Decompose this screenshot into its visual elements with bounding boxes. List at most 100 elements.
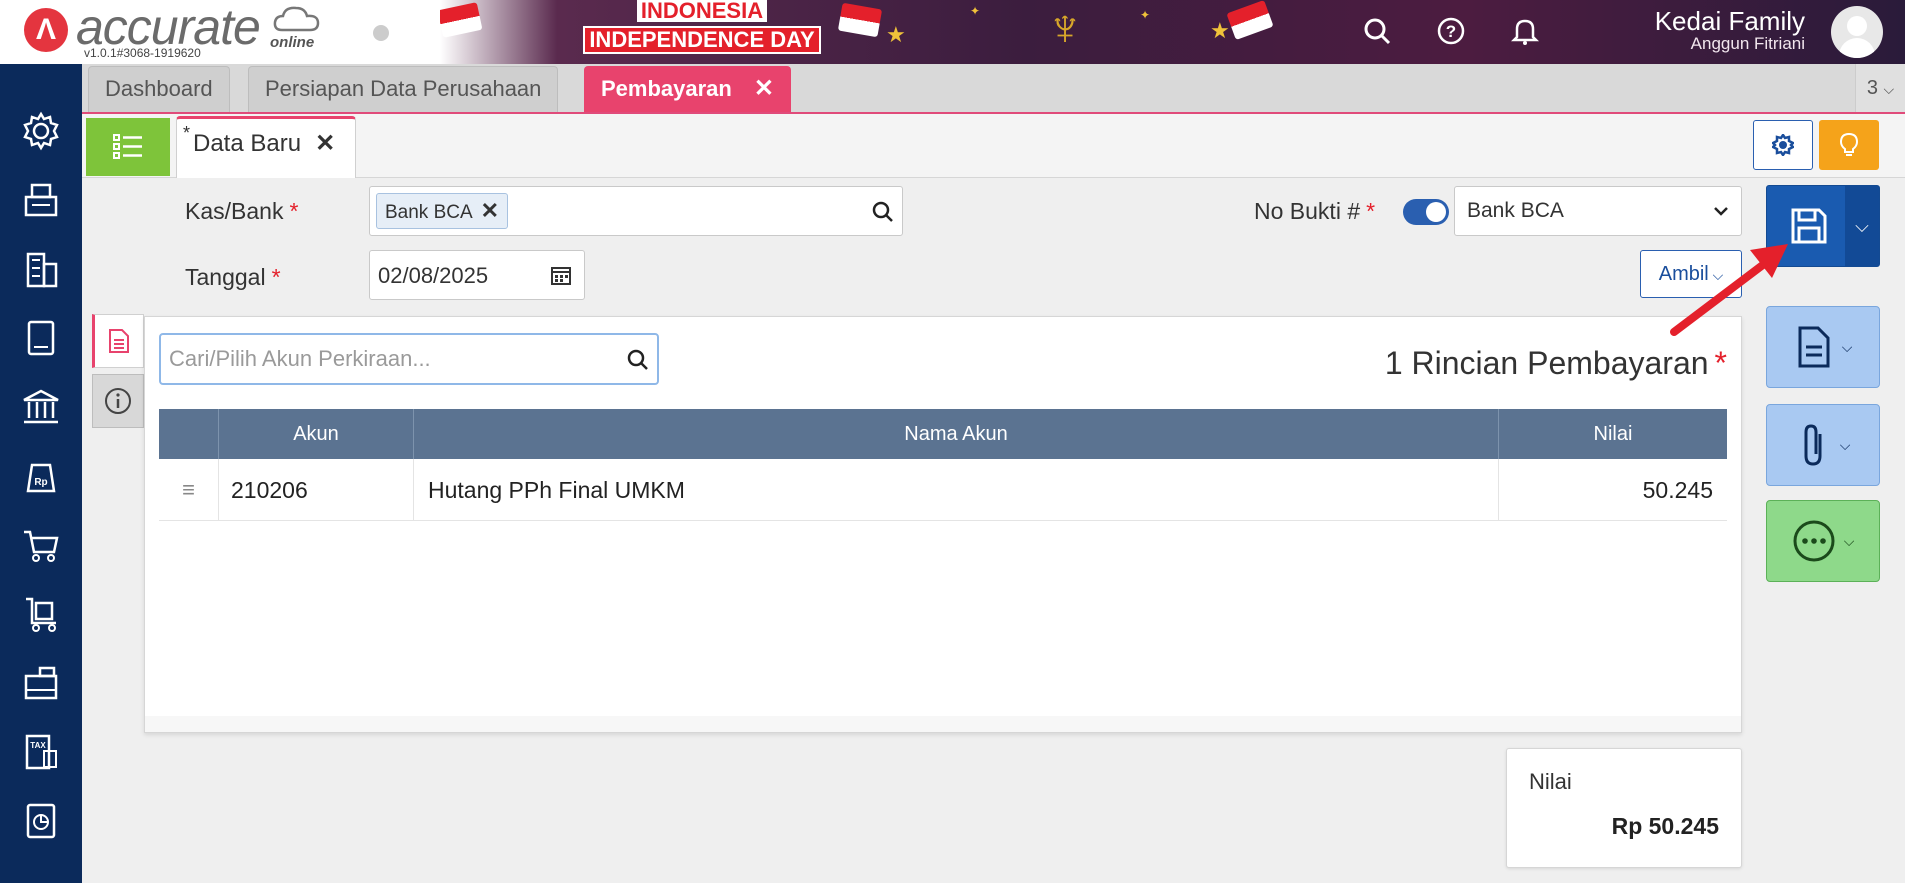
- remove-chip-icon[interactable]: ✕: [481, 198, 499, 223]
- app-logo[interactable]: Λ accurate online v1.0.1#3068-1919620: [0, 0, 420, 64]
- flag-icon: [440, 2, 483, 38]
- cell-akun: 210206: [219, 459, 414, 521]
- tab-label: Dashboard: [105, 76, 213, 101]
- star-icon: ★: [1210, 18, 1230, 43]
- calendar-icon[interactable]: [550, 264, 572, 286]
- tab-label: Persiapan Data Perusahaan: [265, 76, 542, 101]
- price-tag-icon[interactable]: Rp: [20, 455, 62, 497]
- table-header: Akun Nama Akun Nilai: [159, 409, 1727, 459]
- banner-title: INDONESIA INDEPENDENCE DAY: [582, 0, 822, 54]
- account-search-box[interactable]: [159, 333, 659, 385]
- report-icon[interactable]: [20, 800, 62, 842]
- cart-icon[interactable]: [20, 524, 62, 566]
- column-header-nilai[interactable]: Nilai: [1499, 409, 1727, 459]
- bank-icon[interactable]: [20, 386, 62, 428]
- save-options-dropdown[interactable]: ⌵: [1845, 186, 1879, 266]
- tab-persiapan-data[interactable]: Persiapan Data Perusahaan: [248, 66, 559, 112]
- help-icon[interactable]: ?: [1434, 14, 1468, 48]
- total-label: Nilai: [1529, 769, 1572, 794]
- flag-icon: [837, 2, 883, 38]
- account-search-input[interactable]: [169, 343, 609, 375]
- trolley-icon[interactable]: [20, 593, 62, 635]
- annotation-arrow-icon: [1670, 244, 1788, 336]
- top-bar: Λ accurate online v1.0.1#3068-1919620 IN…: [0, 0, 1905, 64]
- chevron-down-icon: ⌵: [1839, 436, 1851, 453]
- info-tab[interactable]: [92, 374, 144, 428]
- gear-icon: [1772, 134, 1794, 156]
- user-name: Anggun Fitriani: [1690, 34, 1805, 53]
- gear-icon[interactable]: [20, 110, 62, 152]
- avatar[interactable]: [1831, 6, 1883, 58]
- tab-pembayaran[interactable]: Pembayaran ✕: [584, 66, 791, 112]
- chevron-down-icon: ⌵: [1841, 338, 1853, 355]
- fax-icon[interactable]: [20, 179, 62, 221]
- tanggal-value: 02/08/2025: [378, 263, 489, 288]
- cloud-icon: [273, 6, 320, 32]
- tanggal-label: Tanggal *: [185, 264, 281, 290]
- info-icon: [105, 388, 131, 414]
- svg-text:?: ?: [1446, 22, 1456, 41]
- close-icon[interactable]: ✕: [315, 130, 335, 157]
- modified-mark: *: [183, 123, 191, 143]
- kas-bank-field[interactable]: Bank BCA ✕: [369, 186, 903, 236]
- detail-title: 1 Rincian Pembayaran *: [1384, 345, 1727, 381]
- banner-line1: INDONESIA: [636, 0, 768, 22]
- detail-tab[interactable]: [92, 314, 144, 368]
- tab-dashboard[interactable]: Dashboard: [88, 66, 230, 112]
- kas-bank-label: Kas/Bank *: [185, 198, 299, 224]
- svg-text:TAX: TAX: [30, 741, 46, 750]
- column-header-akun[interactable]: Akun: [219, 409, 414, 459]
- tanggal-field[interactable]: 02/08/2025: [369, 250, 585, 300]
- tab-label: Pembayaran: [601, 76, 732, 101]
- auto-number-toggle[interactable]: [1403, 199, 1449, 225]
- bank-chip: Bank BCA ✕: [376, 193, 509, 229]
- garuda-emblem-icon: ♆: [1045, 0, 1085, 57]
- search-icon[interactable]: [1360, 14, 1394, 48]
- drag-handle-icon[interactable]: ≡: [159, 459, 219, 521]
- sparkle-icon: ✦: [1140, 8, 1151, 22]
- tab-data-baru[interactable]: * Data Baru ✕: [176, 116, 356, 178]
- flag-icon: [1226, 0, 1274, 40]
- panel-footer: [145, 716, 1741, 732]
- chevron-down-icon: ⌵: [1883, 81, 1895, 97]
- bell-icon[interactable]: [1508, 14, 1542, 48]
- list-icon: [113, 134, 142, 159]
- settings-button[interactable]: [1753, 120, 1813, 170]
- more-icon: [1793, 520, 1835, 562]
- table-row[interactable]: ≡ 210206 Hutang PPh Final UMKM 50.245: [159, 459, 1727, 521]
- drag-column-header: [159, 409, 219, 459]
- list-view-button[interactable]: [86, 118, 170, 176]
- search-icon[interactable]: [627, 349, 649, 371]
- more-actions-button[interactable]: ⌵: [1766, 500, 1880, 582]
- tax-icon[interactable]: TAX: [20, 731, 62, 773]
- tab-count: 3: [1866, 77, 1878, 99]
- app-version: v1.0.1#3068-1919620: [84, 46, 201, 60]
- main-tab-bar: Dashboard Persiapan Data Perusahaan Pemb…: [82, 64, 1905, 114]
- close-icon[interactable]: ✕: [754, 75, 774, 102]
- subtab-label: Data Baru: [193, 130, 302, 157]
- logo-sub: online: [270, 34, 315, 51]
- logo-badge-icon: Λ: [24, 8, 68, 52]
- total-box: Nilai Rp 50.245: [1506, 748, 1742, 868]
- book-icon[interactable]: [20, 317, 62, 359]
- column-header-nama-akun[interactable]: Nama Akun: [414, 409, 1499, 459]
- cell-nama-akun: Hutang PPh Final UMKM: [414, 459, 1499, 521]
- cell-nilai: 50.245: [1642, 477, 1713, 503]
- lightbulb-icon: [1839, 132, 1859, 156]
- no-bukti-value: Bank BCA: [1467, 199, 1564, 222]
- warehouse-icon[interactable]: [20, 662, 62, 704]
- no-bukti-label: No Bukti # *: [1254, 198, 1376, 224]
- sub-tab-bar: * Data Baru ✕: [82, 114, 1905, 178]
- chip-label: Bank BCA: [385, 202, 473, 223]
- attachment-button[interactable]: ⌵: [1766, 404, 1880, 486]
- banner-line2: INDEPENDENCE DAY: [583, 26, 821, 54]
- document-icon: [109, 329, 129, 353]
- tips-button[interactable]: [1819, 120, 1879, 170]
- building-icon[interactable]: [20, 248, 62, 290]
- search-icon[interactable]: [872, 201, 894, 223]
- tab-count-dropdown[interactable]: 3 ⌵: [1855, 64, 1905, 112]
- chevron-down-icon: [1714, 207, 1728, 216]
- company-name[interactable]: Kedai Family: [1655, 6, 1805, 37]
- star-icon: ★: [886, 22, 906, 47]
- total-value: Rp 50.245: [1611, 813, 1719, 839]
